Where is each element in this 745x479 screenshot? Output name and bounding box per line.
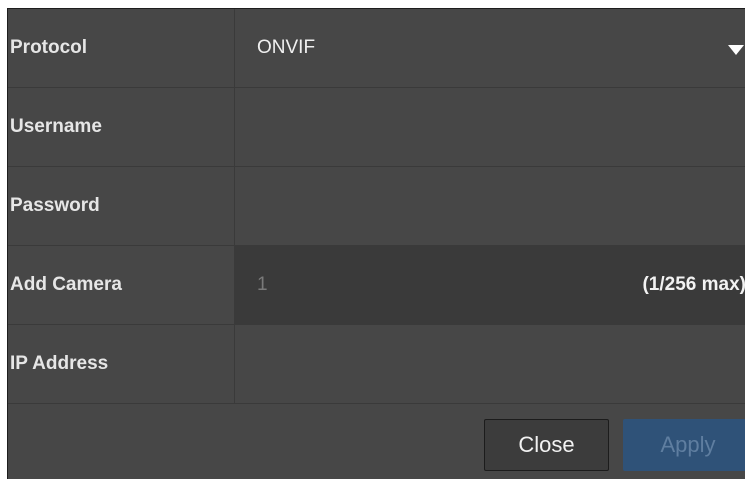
protocol-label: Protocol <box>8 9 235 87</box>
ip-address-input[interactable] <box>235 325 745 403</box>
password-label: Password <box>8 167 235 245</box>
username-field-container <box>235 88 745 166</box>
username-input[interactable] <box>235 88 745 166</box>
apply-button[interactable]: Apply <box>623 419 745 471</box>
ip-address-field-container <box>235 325 745 403</box>
ip-address-row: IP Address <box>8 325 745 404</box>
password-field-container <box>235 167 745 245</box>
camera-count-input[interactable] <box>235 246 535 324</box>
ip-address-label: IP Address <box>8 325 235 403</box>
close-button[interactable]: Close <box>484 419 609 471</box>
caret-down-icon[interactable] <box>728 45 744 55</box>
add-camera-dialog: Protocol ONVIF Username Password Add Cam… <box>7 8 745 479</box>
password-input[interactable] <box>235 167 745 245</box>
protocol-select[interactable]: ONVIF <box>235 9 745 87</box>
add-camera-row: Add Camera (1/256 max) <box>8 246 745 325</box>
username-row: Username <box>8 88 745 167</box>
camera-max-note: (1/256 max) <box>642 274 745 295</box>
username-label: Username <box>8 88 235 166</box>
dialog-footer: Close Apply <box>8 405 745 479</box>
add-camera-label: Add Camera <box>8 246 235 324</box>
protocol-row: Protocol ONVIF <box>8 9 745 88</box>
password-row: Password <box>8 167 745 246</box>
protocol-value: ONVIF <box>257 37 316 58</box>
add-camera-field-container: (1/256 max) <box>235 246 745 324</box>
